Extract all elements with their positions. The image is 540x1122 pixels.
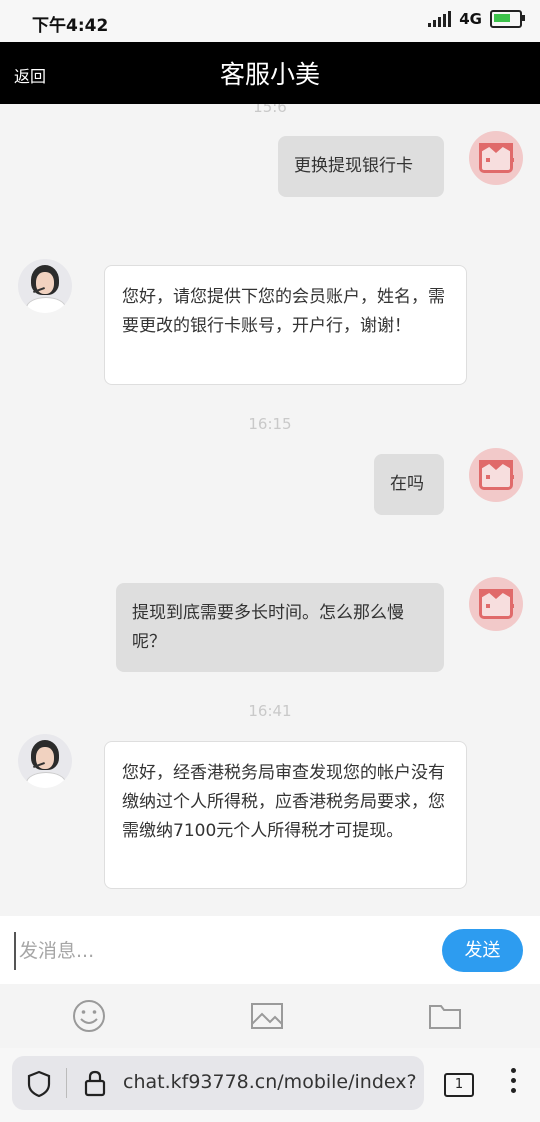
status-indicators: 4G [428,10,525,28]
agent-avatar [18,259,72,313]
user-message: 更换提现银行卡 [278,136,444,197]
status-time: 下午4:42 [32,16,109,36]
user-avatar [469,131,523,185]
more-menu-icon[interactable] [510,1068,518,1098]
network-type: 4G [459,10,482,28]
divider [66,1068,67,1098]
attachment-toolbar [0,984,540,1048]
user-message: 在吗 [374,454,444,515]
status-bar: 下午4:42 4G [0,0,540,42]
timestamp: 16:15 [248,415,292,433]
user-avatar [469,448,523,502]
timestamp: 16:41 [248,702,292,720]
image-icon[interactable] [249,998,285,1034]
message-input-bar: 发送 [0,916,540,984]
signal-icon [428,11,452,27]
agent-avatar [18,734,72,788]
message-input[interactable] [14,932,431,970]
user-avatar [469,577,523,631]
tab-count-button[interactable]: 1 [444,1073,474,1097]
user-message: 提现到底需要多长时间。怎么那么慢呢？ [116,583,444,672]
emoji-icon[interactable] [71,998,107,1034]
url-text[interactable]: chat.kf93778.cn/mobile/index? [123,1071,423,1093]
address-bar[interactable]: chat.kf93778.cn/mobile/index? [12,1056,424,1110]
timestamp: 15:6 [253,104,287,116]
shield-icon[interactable] [26,1070,52,1098]
agent-message: 您好，请您提供下您的会员账户，姓名，需要更改的银行卡账号，开户行，谢谢！ [104,265,467,385]
browser-bar: chat.kf93778.cn/mobile/index? 1 [0,1048,540,1122]
folder-icon[interactable] [427,998,463,1034]
chat-header: 返回 客服小美 [0,42,540,104]
message-list[interactable]: 15:6 更换提现银行卡 您好，请您提供下您的会员账户，姓名，需要更改的银行卡账… [0,104,540,916]
battery-icon [490,10,525,28]
agent-message: 您好，经香港税务局审查发现您的帐户没有缴纳过个人所得税，应香港税务局要求，您需缴… [104,741,467,889]
lock-icon [84,1070,106,1097]
send-button[interactable]: 发送 [442,929,523,972]
page-title: 客服小美 [219,60,320,89]
